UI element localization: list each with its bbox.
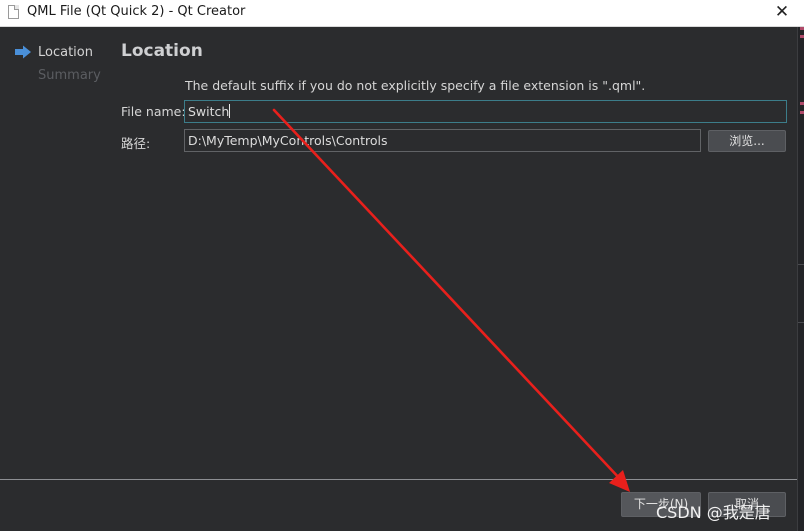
info-text: The default suffix if you do not explici… [185,78,646,93]
arrow-right-icon [15,45,31,59]
sidebar-item-location[interactable]: Location [38,45,93,60]
file-name-label: File name: [121,104,186,119]
path-label: 路径: [121,136,151,151]
footer-divider [0,479,797,480]
file-name-value: Switch [188,104,230,119]
document-icon [8,5,19,19]
page-title: Location [121,41,203,61]
text-caret [229,104,231,118]
sidebar-item-summary[interactable]: Summary [38,68,101,83]
path-input[interactable]: D:\MyTemp\MyControls\Controls [184,129,701,152]
close-button[interactable]: ✕ [760,0,804,26]
file-name-input[interactable]: Switch [184,100,787,123]
background-editor-strip [797,27,804,531]
csdn-watermark: CSDN @我是唐 [656,503,771,522]
window-title: QML File (Qt Quick 2) - Qt Creator [27,4,246,19]
browse-button[interactable]: 浏览... [708,130,786,152]
title-bar: QML File (Qt Quick 2) - Qt Creator ✕ [0,0,804,27]
